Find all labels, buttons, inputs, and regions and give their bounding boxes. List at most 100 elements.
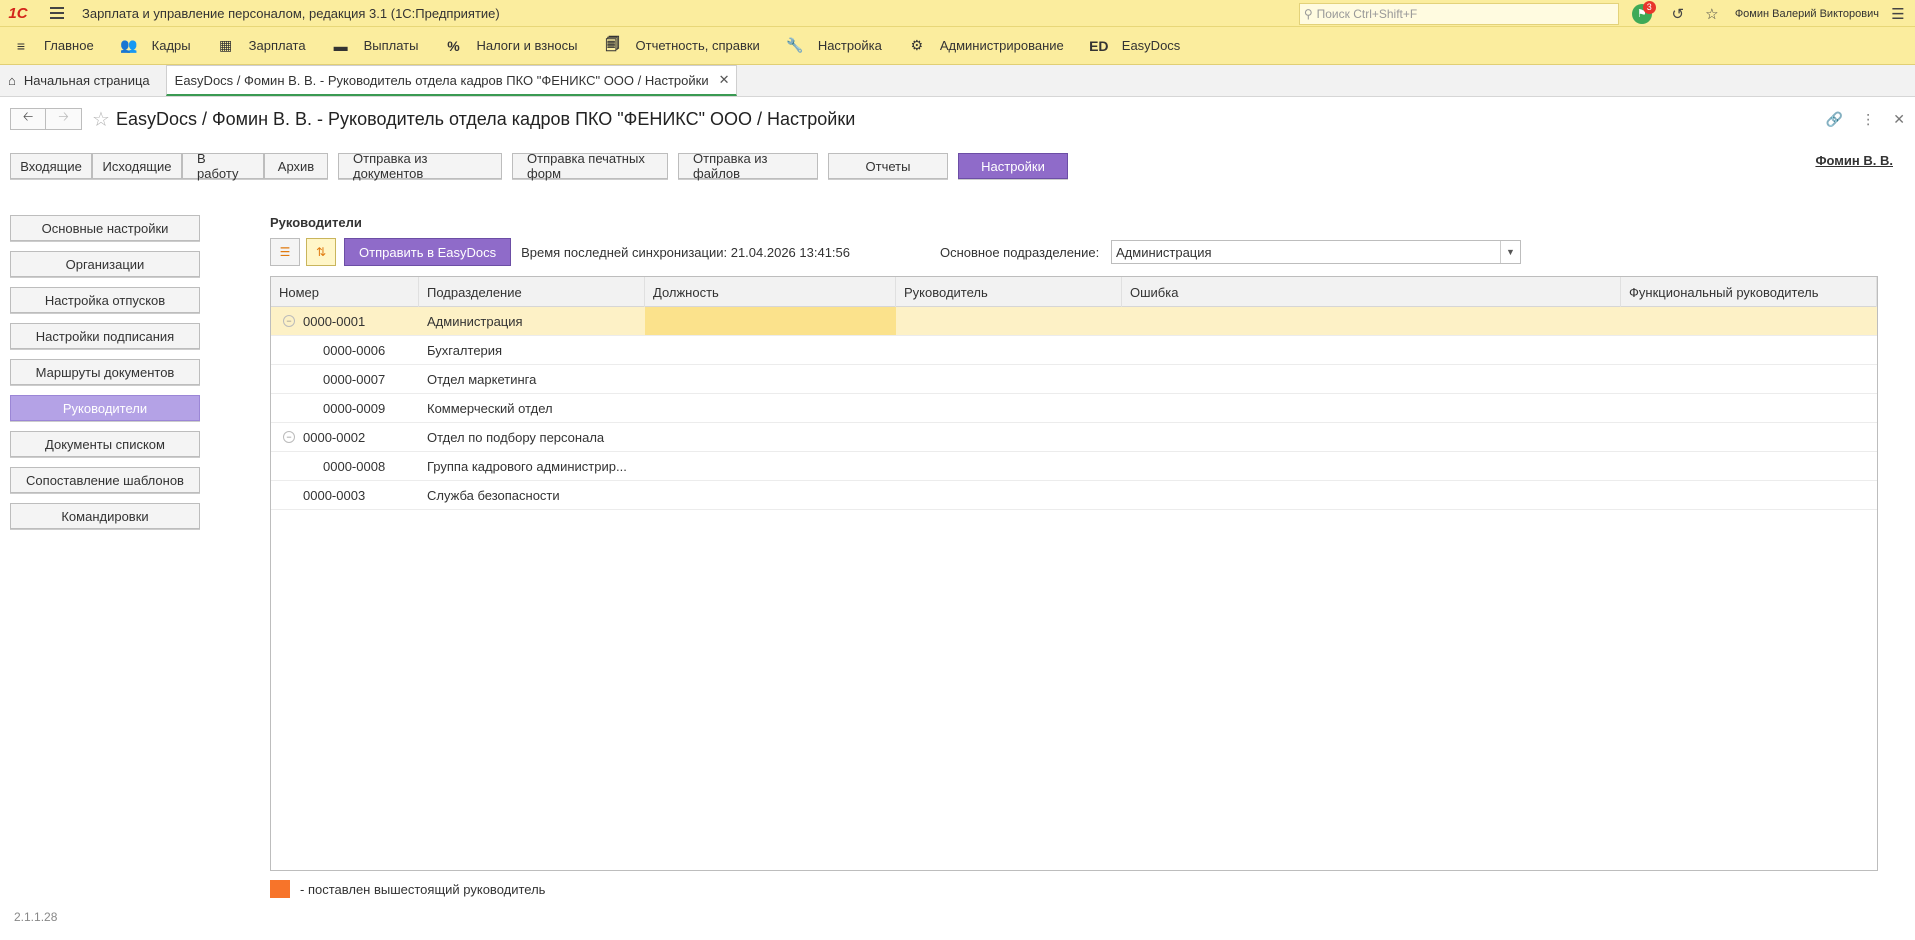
left-menu-item[interactable]: Сопоставление шаблонов — [10, 467, 200, 493]
section-ed[interactable]: ED EasyDocs — [1078, 27, 1195, 65]
table-row[interactable]: 0000-0008 Группа кадрового администрир... — [271, 452, 1877, 481]
close-tab-icon[interactable]: ✕ — [719, 72, 730, 88]
table-row[interactable]: 0000-0006 Бухгалтерия — [271, 336, 1877, 365]
section-wallet[interactable]: ▬ Выплаты — [320, 27, 433, 65]
left-menu-item[interactable]: Руководители — [10, 395, 200, 421]
notification-badge: 3 — [1642, 0, 1656, 14]
main-department-select[interactable]: Администрация ▼ — [1111, 240, 1521, 264]
link-icon[interactable]: 🔗 — [1826, 111, 1843, 128]
cell-position[interactable] — [645, 423, 896, 451]
cell-manager[interactable] — [896, 307, 1122, 335]
section-gear[interactable]: ⚙ Администрирование — [896, 27, 1078, 65]
column-header[interactable]: Ошибка — [1122, 277, 1621, 307]
expand-all-icon[interactable]: ☰ — [270, 238, 300, 266]
search-field[interactable]: ⚲ Поиск Ctrl+Shift+F — [1298, 2, 1619, 25]
column-header[interactable]: Подразделение — [419, 277, 645, 307]
grid-body: −0000-0001 Администрация 0000-0006 Бухгалте… — [271, 307, 1877, 510]
cell-functional-manager[interactable] — [1621, 481, 1877, 509]
left-menu-item[interactable]: Маршруты документов — [10, 359, 200, 385]
left-menu-item[interactable]: Настройки подписания — [10, 323, 200, 349]
forward-button[interactable]: 🡢 — [46, 108, 82, 130]
sort-hierarchy-icon[interactable]: ⇅ — [306, 238, 336, 266]
top-button-1[interactable]: Исходящие — [92, 153, 182, 179]
table-row[interactable]: −0000-0001 Администрация — [271, 307, 1877, 336]
cell-position[interactable] — [645, 452, 896, 480]
table-row[interactable]: 0000-0007 Отдел маркетинга — [271, 365, 1877, 394]
top-button-4[interactable]: Отправка из документов — [338, 151, 502, 181]
cell-position[interactable] — [645, 307, 896, 335]
section-menu[interactable]: ≡ Главное — [0, 27, 108, 65]
top-button-2[interactable]: В работу — [182, 151, 264, 181]
top-button-5[interactable]: Отправка печатных форм — [512, 151, 668, 181]
collapse-icon[interactable]: − — [283, 315, 295, 327]
left-menu-item[interactable]: Организации — [10, 251, 200, 277]
column-header[interactable]: Функциональный руководитель — [1621, 277, 1877, 307]
cell-position[interactable] — [645, 365, 896, 393]
current-user-name[interactable]: Фомин Валерий Викторович — [1735, 8, 1879, 20]
cell-position[interactable] — [645, 394, 896, 422]
column-header[interactable]: Должность — [645, 277, 896, 307]
section-percent[interactable]: % Налоги и взносы — [432, 27, 591, 65]
cell-error[interactable] — [1122, 481, 1621, 509]
legend-swatch — [270, 880, 290, 898]
section-calculator[interactable]: ▦ Зарплата — [205, 27, 320, 65]
collapse-icon[interactable]: − — [283, 431, 295, 443]
section-people[interactable]: 👥 Кадры — [108, 27, 205, 65]
top-button-8[interactable]: Настройки — [958, 153, 1068, 179]
wallet-icon: ▬ — [333, 37, 348, 54]
top-button-3[interactable]: Архив — [264, 153, 328, 179]
cell-number: 0000-0008 — [271, 452, 419, 480]
main-menu-icon[interactable] — [50, 0, 70, 27]
gear-icon: ⚙ — [910, 37, 924, 53]
cell-error[interactable] — [1122, 336, 1621, 364]
tab-home[interactable]: ⌂ Начальная страница — [0, 65, 166, 96]
cell-error[interactable] — [1122, 452, 1621, 480]
cell-manager[interactable] — [896, 452, 1122, 480]
cell-manager[interactable] — [896, 365, 1122, 393]
cell-manager[interactable] — [896, 481, 1122, 509]
left-menu-item[interactable]: Командировки — [10, 503, 200, 529]
section-documents[interactable]: 🗐 Отчетность, справки — [592, 27, 774, 65]
left-menu-item[interactable]: Основные настройки — [10, 215, 200, 241]
cell-number-text: 0000-0006 — [323, 342, 386, 358]
cell-manager[interactable] — [896, 423, 1122, 451]
cell-position[interactable] — [645, 481, 896, 509]
table-row[interactable]: 0000-0009 Коммерческий отдел — [271, 394, 1877, 423]
cell-manager[interactable] — [896, 394, 1122, 422]
user-link[interactable]: Фомин В. В. — [1815, 153, 1893, 168]
add-to-favorites-star-icon[interactable]: ☆ — [92, 107, 110, 132]
cell-functional-manager[interactable] — [1621, 336, 1877, 364]
table-row[interactable]: −0000-0002 Отдел по подбору персонала — [271, 423, 1877, 452]
percent-icon: % — [447, 37, 460, 54]
history-icon[interactable]: ↺ — [1667, 3, 1689, 25]
top-button-6[interactable]: Отправка из файлов — [678, 151, 818, 181]
top-button-0[interactable]: Входящие — [10, 153, 92, 179]
cell-manager[interactable] — [896, 336, 1122, 364]
left-menu-item[interactable]: Документы списком — [10, 431, 200, 457]
close-form-icon[interactable]: ✕ — [1893, 111, 1905, 128]
cell-functional-manager[interactable] — [1621, 452, 1877, 480]
send-to-easydocs-button[interactable]: Отправить в EasyDocs — [344, 238, 512, 266]
cell-error[interactable] — [1122, 307, 1621, 335]
dropdown-arrow-icon[interactable]: ▼ — [1500, 241, 1520, 263]
top-button-7[interactable]: Отчеты — [828, 153, 948, 179]
cell-functional-manager[interactable] — [1621, 307, 1877, 335]
cell-error[interactable] — [1122, 365, 1621, 393]
cell-functional-manager[interactable] — [1621, 394, 1877, 422]
tab-easydocs-settings[interactable]: EasyDocs / Фомин В. В. - Руководитель от… — [165, 65, 737, 96]
column-header[interactable]: Руководитель — [896, 277, 1122, 307]
left-menu-item[interactable]: Настройка отпусков — [10, 287, 200, 313]
more-actions-icon[interactable]: ⋮ — [1861, 111, 1875, 128]
notifications-button[interactable]: ⚑ 3 — [1629, 0, 1656, 25]
back-button[interactable]: 🡠 — [10, 108, 46, 130]
cell-error[interactable] — [1122, 423, 1621, 451]
cell-error[interactable] — [1122, 394, 1621, 422]
favorites-star-icon[interactable]: ☆ — [1701, 3, 1723, 25]
cell-position[interactable] — [645, 336, 896, 364]
table-row[interactable]: 0000-0003 Служба безопасности — [271, 481, 1877, 510]
section-wrench[interactable]: 🔧 Настройка — [774, 27, 896, 65]
cell-functional-manager[interactable] — [1621, 365, 1877, 393]
settings-menu-icon[interactable]: ☰ — [1887, 3, 1909, 25]
cell-functional-manager[interactable] — [1621, 423, 1877, 451]
column-header[interactable]: Номер — [271, 277, 419, 307]
